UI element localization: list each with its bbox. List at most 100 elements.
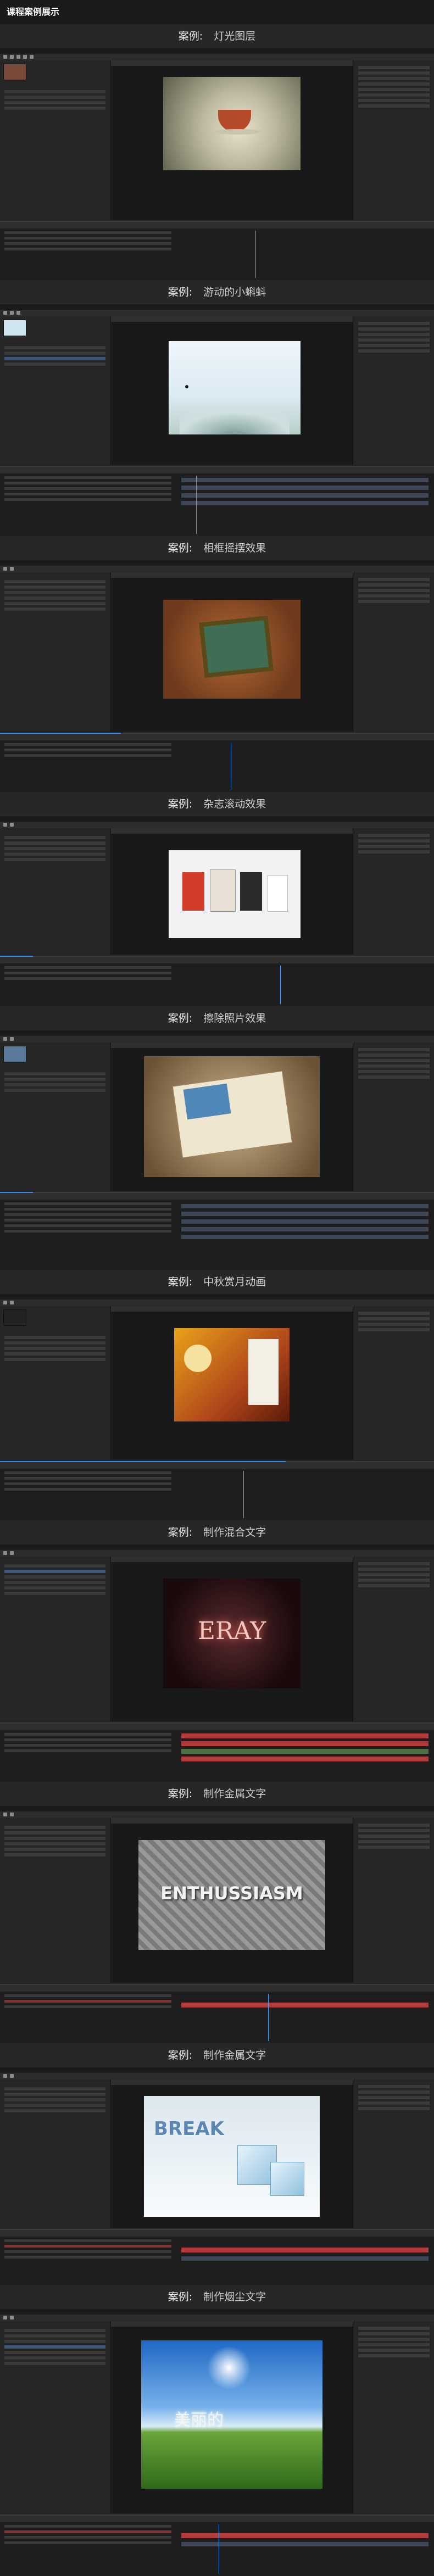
comp-image-meadow: 美丽的	[141, 2340, 322, 2489]
comp-text-enthussiasm: ENTHUSSIASM	[160, 1883, 303, 1904]
select-tool-icon[interactable]	[3, 823, 7, 827]
composition-viewer: 美丽的	[111, 2321, 353, 2513]
project-panel	[0, 1306, 110, 1460]
toolbar	[0, 1811, 434, 1818]
effects-panel	[354, 60, 434, 220]
case-name: 灯光图层	[214, 30, 256, 42]
ae-screenshot	[0, 48, 434, 280]
effects-panel	[354, 1306, 434, 1460]
case-2-title: 案例: 游动的小蝌蚪	[0, 280, 434, 304]
ae-screenshot	[0, 816, 434, 1006]
case-3-title: 案例: 相框摇摆效果	[0, 536, 434, 560]
case-10: 案例: 制作烟尘文字 美丽的	[0, 2285, 434, 2576]
rotate-tool-icon[interactable]	[23, 55, 27, 59]
select-tool-icon[interactable]	[3, 567, 7, 571]
case-7-title: 案例: 制作混合文字	[0, 1520, 434, 1545]
comp-text-meadow: 美丽的	[174, 2411, 224, 2430]
menu-bar	[0, 48, 434, 54]
case-1: 案例: 灯光图层	[0, 24, 434, 280]
toolbar	[0, 2315, 434, 2321]
select-tool-icon[interactable]	[3, 311, 7, 315]
comp-image-photo-album	[144, 1056, 320, 1177]
toolbar	[0, 54, 434, 60]
ae-screenshot: ERAY	[0, 1545, 434, 1782]
hand-tool-icon[interactable]	[10, 1037, 14, 1041]
toolbar	[0, 310, 434, 316]
case-9: 案例: 制作金属文字 BREAK	[0, 2043, 434, 2285]
ae-screenshot: ENTHUSSIASM	[0, 1806, 434, 2043]
project-panel	[0, 1042, 110, 1191]
hand-tool-icon[interactable]	[10, 55, 14, 59]
project-thumbnail	[3, 1309, 26, 1326]
select-tool-icon[interactable]	[3, 1813, 7, 1816]
composition-viewer	[111, 572, 353, 732]
comp-image-tadpoles	[169, 341, 301, 434]
effects-panel	[354, 2321, 434, 2513]
hand-tool-icon[interactable]	[10, 1301, 14, 1304]
hand-tool-icon[interactable]	[10, 311, 14, 315]
timeline-panel	[0, 1461, 434, 1520]
case-6-title: 案例: 中秋赏月动画	[0, 1270, 434, 1294]
select-tool-icon[interactable]	[3, 1551, 7, 1555]
composition-viewer	[111, 828, 353, 955]
project-panel	[0, 1557, 110, 1721]
ae-screenshot	[0, 1294, 434, 1520]
hand-tool-icon[interactable]	[10, 2316, 14, 2319]
zoom-tool-icon[interactable]	[16, 55, 20, 59]
timeline-panel	[0, 1984, 434, 2043]
select-tool-icon[interactable]	[3, 2074, 7, 2078]
case-7: 案例: 制作混合文字 ERAY	[0, 1520, 434, 1782]
select-tool-icon[interactable]	[3, 55, 7, 59]
toolbar	[0, 1036, 434, 1042]
hand-tool-icon[interactable]	[10, 567, 14, 571]
hand-tool-icon[interactable]	[10, 1813, 14, 1816]
comp-image-eray: ERAY	[163, 1579, 301, 1688]
toolbar	[0, 1550, 434, 1557]
select-tool-icon[interactable]	[3, 1301, 7, 1304]
camera-tool-icon[interactable]	[30, 55, 34, 59]
project-panel	[0, 60, 110, 220]
timeline-panel	[0, 466, 434, 536]
select-tool-icon[interactable]	[3, 2316, 7, 2319]
toolbar	[0, 566, 434, 572]
effects-panel	[354, 828, 434, 955]
case-3: 案例: 相框摇摆效果	[0, 536, 434, 792]
comp-image-enthussiasm: ENTHUSSIASM	[138, 1840, 325, 1950]
zoom-tool-icon[interactable]	[16, 311, 20, 315]
comp-image-break: BREAK	[144, 2096, 320, 2217]
timeline-panel	[0, 221, 434, 280]
case-4-title: 案例: 杂志滚动效果	[0, 792, 434, 816]
composition-viewer: ERAY	[111, 1557, 353, 1721]
project-panel	[0, 316, 110, 465]
page-title: 课程案例展示	[0, 0, 434, 24]
comp-text-eray: ERAY	[197, 1617, 266, 1645]
toolbar	[0, 822, 434, 828]
viewer-tab[interactable]	[111, 60, 353, 66]
timeline-panel	[0, 2514, 434, 2576]
case-label: 案例:	[178, 30, 203, 42]
ae-screenshot: BREAK	[0, 2067, 434, 2285]
case-8-title: 案例: 制作金属文字	[0, 1782, 434, 1806]
hand-tool-icon[interactable]	[10, 823, 14, 827]
hand-tool-icon[interactable]	[10, 1551, 14, 1555]
timeline-panel	[0, 2229, 434, 2285]
composition-viewer	[111, 1306, 353, 1460]
project-panel	[0, 1818, 110, 1983]
composition-viewer	[111, 60, 353, 220]
select-tool-icon[interactable]	[3, 1037, 7, 1041]
hand-tool-icon[interactable]	[10, 2074, 14, 2078]
timeline-panel	[0, 956, 434, 1006]
toolbar	[0, 2073, 434, 2079]
project-panel	[0, 2321, 110, 2513]
case-2: 案例: 游动的小蝌蚪	[0, 280, 434, 536]
project-panel	[0, 572, 110, 732]
ae-screenshot	[0, 304, 434, 536]
ae-screenshot	[0, 1030, 434, 1270]
comp-image-moon-festival	[174, 1328, 290, 1421]
effects-panel	[354, 1818, 434, 1983]
effects-panel	[354, 1557, 434, 1721]
case-9-title: 案例: 制作金属文字	[0, 2043, 434, 2067]
timeline-panel	[0, 1722, 434, 1782]
case-1-title: 案例: 灯光图层	[0, 24, 434, 48]
composition-viewer	[111, 316, 353, 465]
